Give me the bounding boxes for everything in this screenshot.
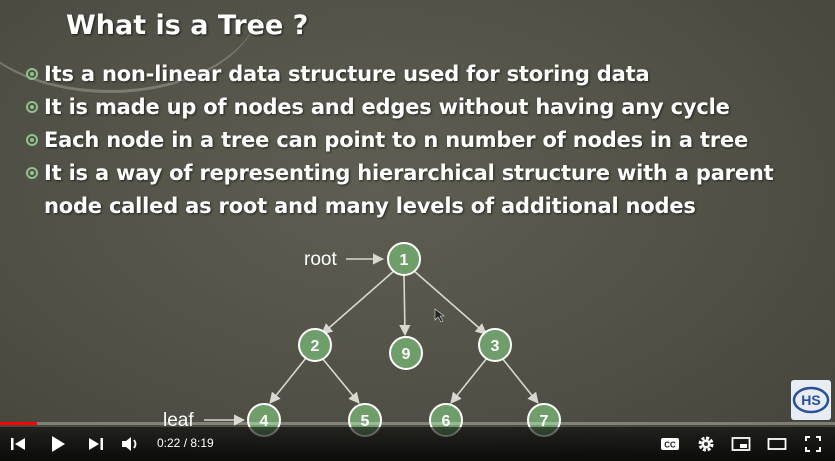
svg-text:2: 2 (311, 338, 320, 355)
volume-button[interactable] (118, 433, 142, 455)
progress-bar[interactable] (0, 422, 835, 425)
tree-node: 9 (389, 336, 423, 370)
video-player-controls: 0:22 / 8:19 CC (0, 422, 835, 461)
play-button[interactable] (44, 433, 72, 455)
previous-button[interactable] (6, 433, 30, 455)
edge-3-7 (501, 357, 539, 404)
time-separator: / (180, 436, 191, 450)
play-icon (52, 436, 65, 452)
edge-2-4 (269, 357, 307, 404)
fullscreen-button[interactable] (801, 433, 825, 455)
edge-1-2 (321, 269, 396, 335)
mouse-cursor-icon (434, 308, 445, 323)
settings-icon (698, 436, 714, 452)
tree-node: 1 (387, 242, 421, 276)
edge-3-6 (450, 357, 488, 404)
progress-bar-fill (0, 422, 37, 425)
edge-2-5 (321, 357, 360, 404)
tree-node: 3 (478, 328, 512, 362)
svg-text:HS: HS (801, 392, 820, 408)
channel-logo[interactable]: HS (791, 380, 831, 420)
cc-icon: CC (661, 438, 679, 450)
cc-button[interactable]: CC (658, 433, 682, 455)
miniplayer-button[interactable] (729, 433, 753, 455)
svg-text:9: 9 (402, 346, 411, 363)
previous-icon (11, 438, 25, 450)
svg-text:3: 3 (491, 338, 500, 355)
video-frame[interactable]: What is a Tree ? Its a non-linear data s… (0, 0, 835, 461)
duration: 8:19 (190, 436, 214, 450)
tree-diagram: root leaf 1 2 9 3 4 5 6 7 (163, 242, 561, 437)
theater-icon (767, 438, 787, 450)
tree-node: 2 (298, 328, 332, 362)
settings-button[interactable] (694, 433, 718, 455)
hs-logo-icon: HS (792, 386, 830, 414)
edge-1-9 (399, 274, 411, 337)
current-time: 0:22 (157, 436, 181, 450)
fullscreen-icon (805, 436, 821, 452)
time-display: 0:22 / 8:19 (157, 436, 214, 450)
miniplayer-icon (731, 437, 751, 451)
svg-text:1: 1 (400, 252, 409, 269)
volume-icon (122, 437, 137, 451)
theater-mode-button[interactable] (765, 433, 789, 455)
edge-1-3 (412, 269, 487, 335)
svg-text:CC: CC (664, 441, 676, 450)
next-icon (89, 438, 103, 450)
root-label: root (304, 249, 337, 270)
next-button[interactable] (84, 433, 108, 455)
